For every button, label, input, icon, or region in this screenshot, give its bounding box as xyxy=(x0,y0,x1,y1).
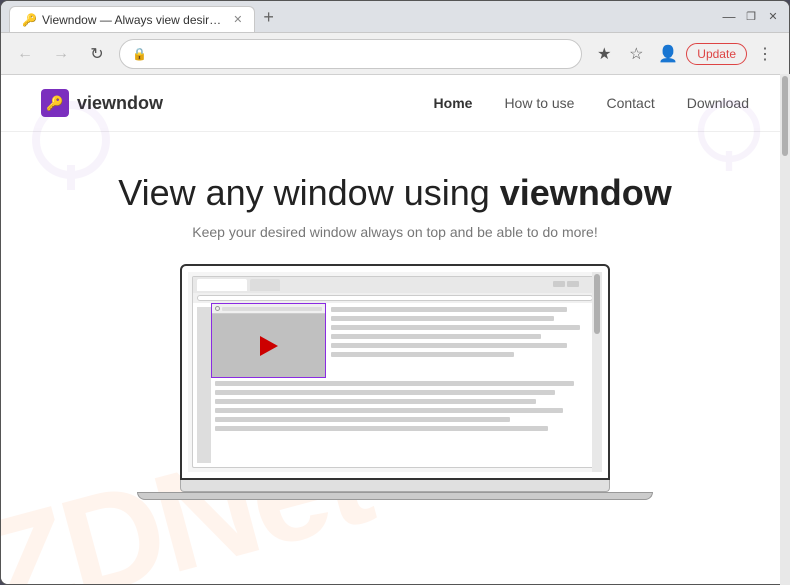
title-bar: 🔑 Viewndow — Always view desir… ✕ + — ❐ … xyxy=(1,1,789,33)
back-button[interactable]: ← xyxy=(11,40,39,68)
scrollbar[interactable] xyxy=(592,272,602,472)
bottom-line-3 xyxy=(215,399,536,404)
site-logo: 🔑 viewndow xyxy=(41,89,163,117)
browser-scrollbar-thumb[interactable] xyxy=(782,76,788,156)
minimize-button[interactable]: — xyxy=(721,9,737,25)
mock-url-input xyxy=(197,295,593,301)
mock-browser xyxy=(192,276,598,468)
nav-link-home[interactable]: Home xyxy=(434,95,473,111)
laptop-screen-inner xyxy=(188,272,602,472)
laptop xyxy=(180,264,610,500)
tab-close-button[interactable]: ✕ xyxy=(233,13,242,26)
content-line-3 xyxy=(331,325,580,330)
bottom-line-2 xyxy=(215,390,555,395)
mock-tab xyxy=(197,279,247,291)
tab-title: Viewndow — Always view desir… xyxy=(42,13,221,27)
toolbar-icons: ★ ☆ 👤 Update ⋮ xyxy=(590,40,779,68)
scrollbar-thumb[interactable] xyxy=(594,274,600,334)
play-icon xyxy=(260,336,278,356)
pinned-title-bar xyxy=(222,307,322,311)
address-bar-row: ← → ↻ 🔒 ★ ☆ 👤 Update ⋮ xyxy=(1,33,789,75)
logo-text: viewndow xyxy=(77,93,163,114)
content-line-2 xyxy=(331,316,554,321)
mock-url-bar xyxy=(193,293,597,303)
nav-link-contact[interactable]: Contact xyxy=(606,95,654,111)
hero-title-normal: View any window using xyxy=(118,172,500,213)
content-line-1 xyxy=(331,307,567,312)
webpage: ZDNet 🔑 viewndow Home How to use Contact… xyxy=(1,75,789,584)
mock-main-content xyxy=(211,303,597,467)
nav-link-download[interactable]: Download xyxy=(687,95,749,111)
star-icon[interactable]: ☆ xyxy=(622,40,650,68)
mock-tabs xyxy=(193,277,597,293)
logo-icon: 🔑 xyxy=(41,89,69,117)
browser-frame: 🔑 Viewndow — Always view desir… ✕ + — ❐ … xyxy=(0,0,790,585)
bottom-line-4 xyxy=(215,408,563,413)
window-controls: — ❐ ✕ xyxy=(721,9,781,25)
bottom-line-1 xyxy=(215,381,574,386)
scroll-ind-2 xyxy=(567,281,579,287)
nav-link-how-to-use[interactable]: How to use xyxy=(504,95,574,111)
hero-title: View any window using viewndow xyxy=(41,172,749,214)
mock-content-area xyxy=(193,303,597,467)
tab-area: 🔑 Viewndow — Always view desir… ✕ + xyxy=(9,1,717,32)
laptop-illustration xyxy=(41,264,749,500)
profile-icon[interactable]: 👤 xyxy=(654,40,682,68)
laptop-bottom xyxy=(137,492,653,500)
content-line-4 xyxy=(331,334,541,339)
bottom-content-lines xyxy=(215,381,593,431)
hero-subtitle: Keep your desired window always on top a… xyxy=(41,224,749,240)
content-line-6 xyxy=(331,352,514,357)
scroll-indicators xyxy=(553,281,579,287)
tab-favicon: 🔑 xyxy=(22,13,36,27)
forward-button[interactable]: → xyxy=(47,40,75,68)
pinned-titlebar xyxy=(212,304,325,314)
reload-button[interactable]: ↻ xyxy=(83,40,111,68)
pin-dot xyxy=(215,306,220,311)
site-nav-links: Home How to use Contact Download xyxy=(434,95,749,111)
address-bar[interactable]: 🔒 xyxy=(119,39,582,69)
bottom-line-6 xyxy=(215,426,548,431)
hero-title-bold: viewndow xyxy=(500,172,672,213)
laptop-screen-outer xyxy=(180,264,610,480)
bookmark-icon[interactable]: ★ xyxy=(590,40,618,68)
active-tab[interactable]: 🔑 Viewndow — Always view desir… ✕ xyxy=(9,6,255,32)
maximize-button[interactable]: ❐ xyxy=(743,9,759,25)
scroll-ind-1 xyxy=(553,281,565,287)
laptop-base xyxy=(180,480,610,492)
mock-tab-2 xyxy=(250,279,280,291)
site-nav: 🔑 viewndow Home How to use Contact Downl… xyxy=(1,75,789,132)
new-tab-button[interactable]: + xyxy=(257,7,280,28)
hero-section: View any window using viewndow Keep your… xyxy=(1,132,789,500)
browser-scrollbar[interactable] xyxy=(780,74,790,585)
content-line-5 xyxy=(331,343,567,348)
bottom-line-5 xyxy=(215,417,510,422)
content-lines-right xyxy=(331,303,593,357)
mock-sidebar xyxy=(197,307,211,463)
update-button[interactable]: Update xyxy=(686,43,747,65)
menu-icon[interactable]: ⋮ xyxy=(751,40,779,68)
pinned-video-area xyxy=(212,314,325,377)
pinned-window xyxy=(211,303,326,378)
lock-icon: 🔒 xyxy=(132,47,147,61)
close-button[interactable]: ✕ xyxy=(765,9,781,25)
